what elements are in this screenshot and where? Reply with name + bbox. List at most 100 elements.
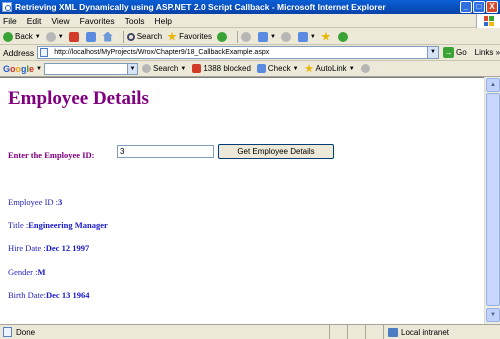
scroll-thumb[interactable] [486,93,500,306]
autofill-button[interactable] [360,64,372,73]
back-button[interactable]: Back ▼ [3,31,41,42]
autolink-button[interactable]: AutoLink ▼ [304,64,355,73]
google-menu-chevron-icon[interactable]: ▼ [36,66,42,72]
field-value: 3 [58,197,63,207]
popup-blocker-button[interactable]: 1388 blocked [192,64,251,73]
google-logo[interactable]: Google [3,64,34,74]
home-button[interactable] [102,31,115,42]
window-title-bar[interactable]: Retrieving XML Dynamically using ASP.NET… [0,0,500,14]
menu-edit[interactable]: Edit [27,16,42,26]
field-label: Gender : [8,267,38,277]
google-search-button[interactable]: Search ▼ [142,64,186,73]
employee-id-field: Employee ID :3 [8,197,62,207]
history-button[interactable] [240,31,253,42]
favorites-star-icon [167,31,177,41]
forward-arrow-icon [45,31,56,42]
search-button[interactable]: Search [126,32,163,41]
google-search-input[interactable]: ▼ [44,62,138,75]
menu-bar: File Edit View Favorites Tools Help [0,14,500,28]
page-title: Employee Details [8,88,149,109]
print-button[interactable] [280,31,293,42]
title-field: Title :Engineering Manager [8,220,108,230]
field-label: Title : [8,220,29,230]
edit-page-icon [297,31,308,42]
autolink-icon [304,64,314,73]
favorites-button[interactable]: Favorites [167,31,212,42]
field-value: Engineering Manager [28,220,108,230]
ie-app-icon [2,2,12,12]
search-icon [126,32,135,41]
close-button[interactable]: X [486,1,498,13]
status-pane [366,325,384,339]
menu-favorites[interactable]: Favorites [80,16,115,26]
spell-check-button[interactable]: Check ▼ [256,64,299,73]
menu-tools[interactable]: Tools [125,16,145,26]
employee-id-label: Enter the Employee ID: [8,150,95,160]
folder-button[interactable] [321,31,333,42]
standard-toolbar: Back ▼ ▼ Search Favorites ▼ ▼ [0,29,500,45]
hire-date-field: Hire Date :Dec 12 1997 [8,243,89,253]
windows-logo-icon [476,14,500,28]
vertical-scrollbar[interactable]: ▲ ▼ [484,77,500,324]
stop-button[interactable] [68,31,81,42]
go-arrow-icon: → [442,47,454,58]
print-icon [280,31,291,42]
security-zone: Local intranet [384,327,450,337]
birth-date-field: Birth Date:Dec 13 1964 [8,290,89,300]
google-search-dropdown-icon[interactable]: ▼ [127,63,137,74]
status-pane [330,325,348,339]
window-controls: _ □ X [460,1,498,13]
mail-button[interactable]: ▼ [257,31,276,42]
stop-icon [68,31,79,42]
google-toolbar: Google ▼ ▼ Search ▼ 1388 blocked Check ▼… [0,61,500,77]
menu-help[interactable]: Help [154,16,171,26]
intranet-icon [388,327,398,337]
media-icon [216,31,227,42]
page-viewport: Employee Details Enter the Employee ID: … [0,77,484,324]
refresh-button[interactable] [85,31,98,42]
forward-button[interactable]: ▼ [45,31,64,42]
autofill-icon [360,64,370,73]
status-bar: Done Local intranet [0,324,500,339]
refresh-icon [85,31,96,42]
menu-file[interactable]: File [3,16,17,26]
field-value: Dec 13 1964 [46,290,90,300]
google-letter: e [29,63,35,74]
popup-blocked-icon [192,64,202,73]
google-search-label: Search [153,64,179,73]
back-arrow-icon [3,31,13,42]
toolbar-separator [122,30,124,43]
popup-blocked-label: 1388 blocked [203,64,251,73]
minimize-button[interactable]: _ [460,1,472,13]
field-label: Birth Date: [8,290,47,300]
menu-view[interactable]: View [51,16,69,26]
search-label: Search [136,32,163,41]
google-letter: G [3,63,11,74]
favorites-label: Favorites [179,32,212,41]
edit-button[interactable]: ▼ [297,31,316,42]
address-dropdown-icon[interactable]: ▼ [426,47,438,58]
go-button[interactable]: → Go [442,47,467,58]
maximize-button[interactable]: □ [473,1,485,13]
folder-icon [321,31,331,41]
messenger-button[interactable] [337,31,350,42]
links-label: Links [474,48,494,57]
google-search-icon [142,64,151,73]
zone-label: Local intranet [401,327,450,337]
employee-id-input[interactable]: 3 [117,145,214,158]
scroll-up-icon[interactable]: ▲ [486,78,500,92]
status-done: Done [0,325,330,339]
scroll-down-icon[interactable]: ▼ [486,308,500,322]
media-button[interactable] [216,31,229,42]
field-label: Hire Date : [8,243,46,253]
address-label: Address [3,47,35,58]
address-bar: Address http://localhost/MyProjects/Wrox… [0,45,500,61]
field-value: M [37,267,46,277]
window-title: Retrieving XML Dynamically using ASP.NET… [15,2,386,12]
links-button[interactable]: Links » [475,48,500,57]
toolbar-separator [236,30,238,43]
spell-check-label: Check [267,64,291,73]
address-input[interactable]: http://localhost/MyProjects/Wrox/Chapter… [37,46,439,59]
get-employee-details-button[interactable]: Get Employee Details [218,144,334,159]
home-icon [102,31,113,42]
